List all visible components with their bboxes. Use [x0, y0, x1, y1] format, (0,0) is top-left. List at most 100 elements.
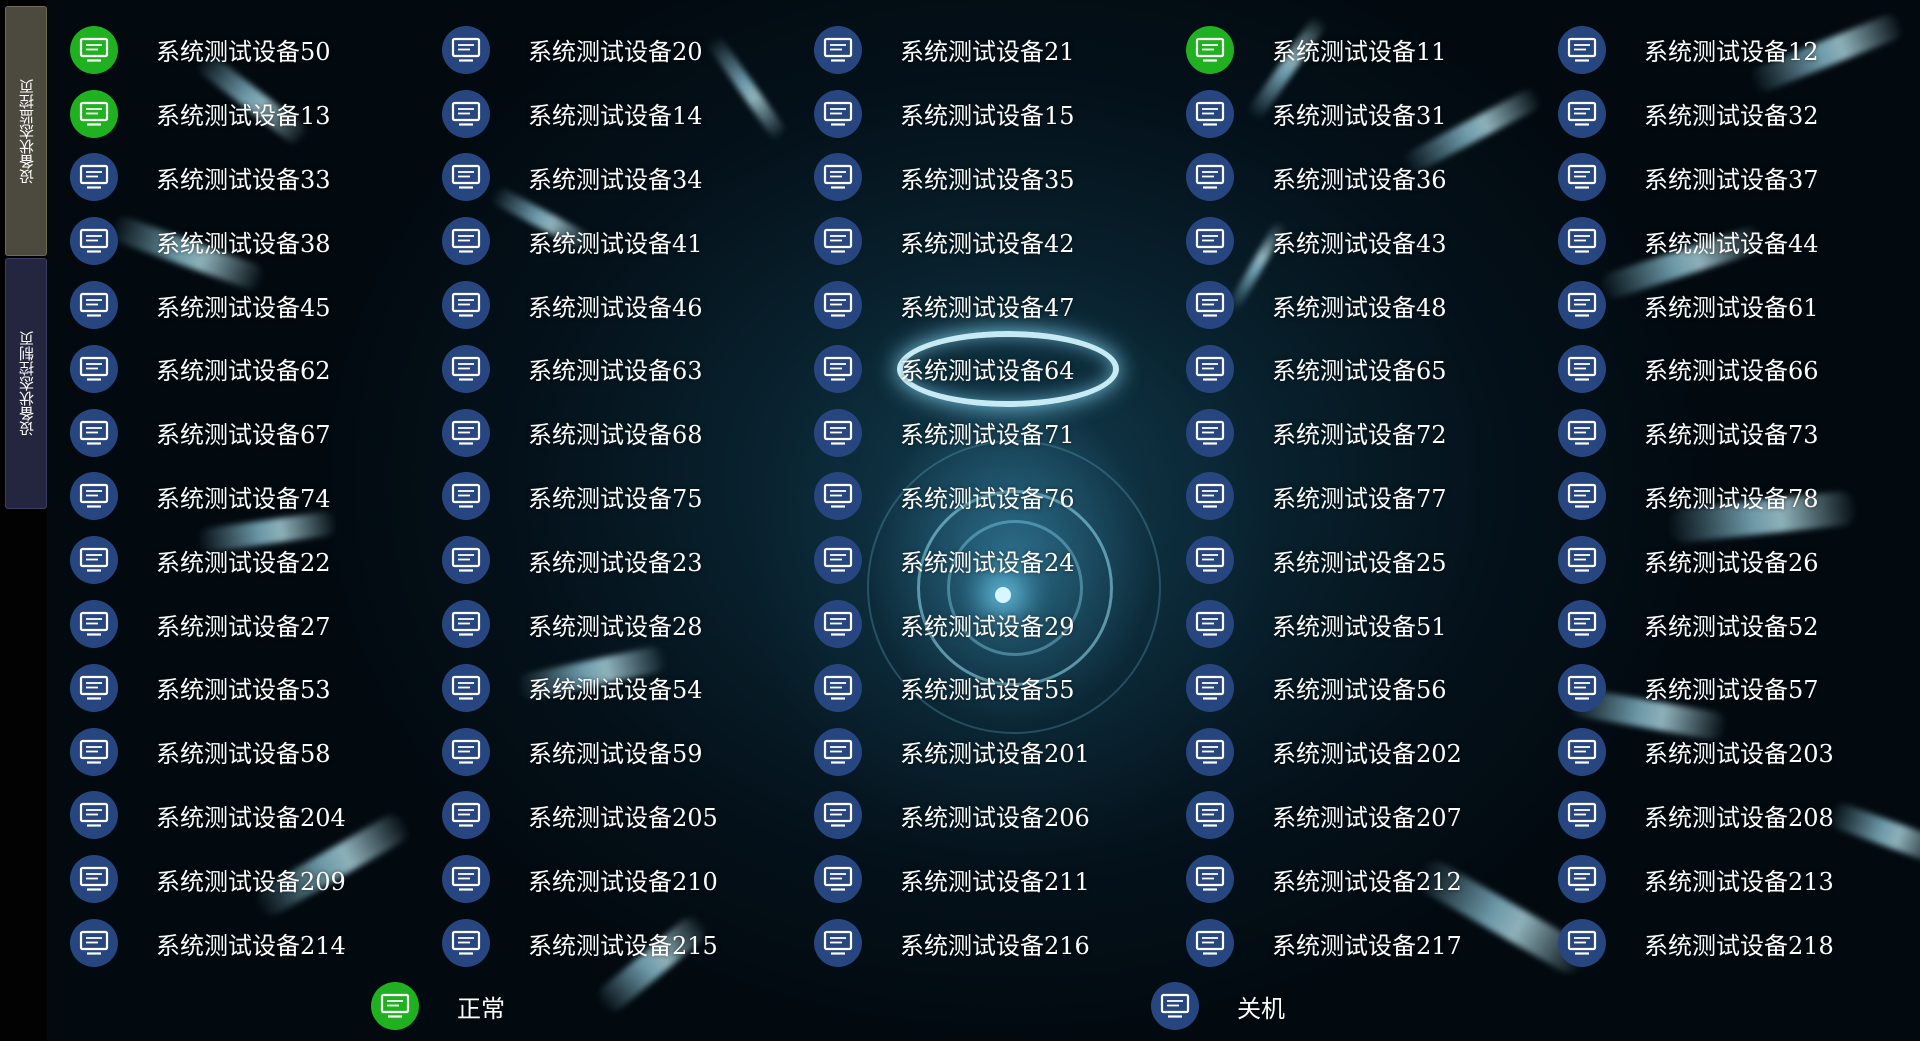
- device-item[interactable]: 系统测试设备214: [70, 911, 442, 975]
- device-item[interactable]: 系统测试设备209: [70, 847, 442, 911]
- device-item[interactable]: 系统测试设备205: [442, 784, 814, 848]
- device-item[interactable]: 系统测试设备62: [70, 337, 442, 401]
- device-item[interactable]: 系统测试设备52: [1558, 592, 1920, 656]
- device-item[interactable]: 系统测试设备27: [70, 592, 442, 656]
- device-item[interactable]: 系统测试设备216: [814, 911, 1186, 975]
- device-item[interactable]: 系统测试设备72: [1186, 401, 1558, 465]
- device-item[interactable]: 系统测试设备32: [1558, 82, 1920, 146]
- device-item[interactable]: 系统测试设备50: [70, 18, 442, 82]
- monitor-icon: [814, 472, 862, 521]
- device-item[interactable]: 系统测试设备45: [70, 273, 442, 337]
- device-item[interactable]: 系统测试设备54: [442, 656, 814, 720]
- monitor-icon: [442, 727, 490, 776]
- device-item[interactable]: 系统测试设备12: [1558, 18, 1920, 82]
- device-item[interactable]: 系统测试设备68: [442, 401, 814, 465]
- monitor-icon: [1558, 344, 1606, 393]
- device-item[interactable]: 系统测试设备77: [1186, 465, 1558, 529]
- device-item[interactable]: 系统测试设备217: [1186, 911, 1558, 975]
- device-item[interactable]: 系统测试设备58: [70, 720, 442, 784]
- device-item[interactable]: 系统测试设备35: [814, 146, 1186, 210]
- device-item[interactable]: 系统测试设备63: [442, 337, 814, 401]
- device-item[interactable]: 系统测试设备23: [442, 528, 814, 592]
- device-item[interactable]: 系统测试设备31: [1186, 82, 1558, 146]
- device-label: 系统测试设备38: [156, 229, 331, 258]
- device-item[interactable]: 系统测试设备206: [814, 784, 1186, 848]
- device-item[interactable]: 系统测试设备26: [1558, 528, 1920, 592]
- device-item[interactable]: 系统测试设备34: [442, 146, 814, 210]
- device-item[interactable]: 系统测试设备36: [1186, 146, 1558, 210]
- device-item[interactable]: 系统测试设备13: [70, 82, 442, 146]
- device-item[interactable]: 系统测试设备211: [814, 847, 1186, 911]
- device-label: 系统测试设备35: [900, 165, 1075, 194]
- monitor-icon: [70, 344, 118, 393]
- tab-device-status-control[interactable]: 设备状态控制页: [5, 258, 47, 509]
- monitor-icon: [70, 855, 118, 904]
- device-label: 系统测试设备204: [156, 803, 346, 832]
- device-item[interactable]: 系统测试设备33: [70, 146, 442, 210]
- device-item[interactable]: 系统测试设备43: [1186, 209, 1558, 273]
- device-item[interactable]: 系统测试设备44: [1558, 209, 1920, 273]
- device-item[interactable]: 系统测试设备64: [814, 337, 1186, 401]
- device-item[interactable]: 系统测试设备15: [814, 82, 1186, 146]
- device-label: 系统测试设备64: [900, 357, 1075, 386]
- device-item[interactable]: 系统测试设备76: [814, 465, 1186, 529]
- device-item[interactable]: 系统测试设备210: [442, 847, 814, 911]
- device-item[interactable]: 系统测试设备48: [1186, 273, 1558, 337]
- monitor-icon: [1558, 536, 1606, 585]
- device-item[interactable]: 系统测试设备213: [1558, 847, 1920, 911]
- device-item[interactable]: 系统测试设备22: [70, 528, 442, 592]
- device-item[interactable]: 系统测试设备78: [1558, 465, 1920, 529]
- device-item[interactable]: 系统测试设备202: [1186, 720, 1558, 784]
- device-item[interactable]: 系统测试设备65: [1186, 337, 1558, 401]
- device-label: 系统测试设备51: [1272, 612, 1447, 641]
- device-item[interactable]: 系统测试设备61: [1558, 273, 1920, 337]
- device-item[interactable]: 系统测试设备74: [70, 465, 442, 529]
- device-item[interactable]: 系统测试设备53: [70, 656, 442, 720]
- device-item[interactable]: 系统测试设备21: [814, 18, 1186, 82]
- device-item[interactable]: 系统测试设备41: [442, 209, 814, 273]
- device-label: 系统测试设备48: [1272, 293, 1447, 322]
- monitor-icon: [70, 600, 118, 649]
- tab-label: 设备状态控制页: [17, 331, 36, 436]
- monitor-icon: [1186, 919, 1234, 968]
- device-item[interactable]: 系统测试设备71: [814, 401, 1186, 465]
- device-item[interactable]: 系统测试设备73: [1558, 401, 1920, 465]
- tab-device-status-monitor[interactable]: 设备状态监控页: [5, 6, 47, 256]
- device-item[interactable]: 系统测试设备11: [1186, 18, 1558, 82]
- monitor-icon: [70, 536, 118, 585]
- device-label: 系统测试设备55: [900, 676, 1075, 705]
- device-label: 系统测试设备71: [900, 421, 1075, 450]
- monitor-icon: [1558, 472, 1606, 521]
- device-item[interactable]: 系统测试设备57: [1558, 656, 1920, 720]
- device-item[interactable]: 系统测试设备215: [442, 911, 814, 975]
- device-item[interactable]: 系统测试设备67: [70, 401, 442, 465]
- device-item[interactable]: 系统测试设备20: [442, 18, 814, 82]
- device-label: 系统测试设备32: [1644, 102, 1819, 131]
- device-item[interactable]: 系统测试设备46: [442, 273, 814, 337]
- device-item[interactable]: 系统测试设备208: [1558, 784, 1920, 848]
- device-item[interactable]: 系统测试设备51: [1186, 592, 1558, 656]
- device-item[interactable]: 系统测试设备59: [442, 720, 814, 784]
- device-item[interactable]: 系统测试设备29: [814, 592, 1186, 656]
- device-item[interactable]: 系统测试设备218: [1558, 911, 1920, 975]
- monitor-icon: [1186, 408, 1234, 457]
- device-item[interactable]: 系统测试设备56: [1186, 656, 1558, 720]
- device-item[interactable]: 系统测试设备47: [814, 273, 1186, 337]
- device-item[interactable]: 系统测试设备55: [814, 656, 1186, 720]
- device-item[interactable]: 系统测试设备38: [70, 209, 442, 273]
- device-item[interactable]: 系统测试设备207: [1186, 784, 1558, 848]
- device-item[interactable]: 系统测试设备204: [70, 784, 442, 848]
- device-item[interactable]: 系统测试设备75: [442, 465, 814, 529]
- device-item[interactable]: 系统测试设备201: [814, 720, 1186, 784]
- device-item[interactable]: 系统测试设备28: [442, 592, 814, 656]
- monitor-icon: [1558, 919, 1606, 968]
- device-item[interactable]: 系统测试设备42: [814, 209, 1186, 273]
- device-item[interactable]: 系统测试设备212: [1186, 847, 1558, 911]
- device-label: 系统测试设备76: [900, 484, 1075, 513]
- device-item[interactable]: 系统测试设备14: [442, 82, 814, 146]
- device-item[interactable]: 系统测试设备203: [1558, 720, 1920, 784]
- device-item[interactable]: 系统测试设备25: [1186, 528, 1558, 592]
- device-item[interactable]: 系统测试设备24: [814, 528, 1186, 592]
- device-item[interactable]: 系统测试设备66: [1558, 337, 1920, 401]
- device-item[interactable]: 系统测试设备37: [1558, 146, 1920, 210]
